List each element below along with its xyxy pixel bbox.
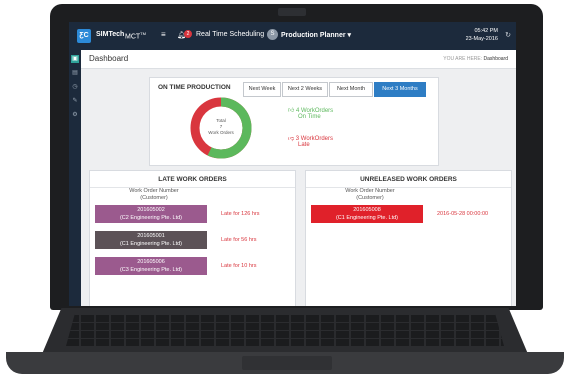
sidebar-item-settings[interactable]: ⚙ <box>71 111 79 119</box>
brand-name: SIMTech <box>96 31 125 38</box>
app-screen: ƸC SIMTech MCTTM ≡ 🔔︎ 2 Real Time Schedu… <box>69 22 516 306</box>
late-orders-column-header: Work Order Number (Customer) <box>129 188 179 201</box>
thumbs-up-icon: 👍︎ <box>288 108 295 114</box>
legend-on-time: 👍︎ 4 WorkOrders On Time <box>288 108 334 120</box>
sidebar: ▣ ▤ ◷ ✎ ⚙ <box>69 50 81 306</box>
breadcrumb-current[interactable]: Dashboard <box>484 56 508 62</box>
release-date: 2016-05-28 00:00:00 <box>437 211 489 217</box>
page-title: Dashboard <box>89 54 129 63</box>
late-status: Late for 126 hrs <box>221 211 260 217</box>
refresh-icon[interactable]: ↻ <box>505 31 511 39</box>
user-avatar[interactable]: S <box>267 29 278 40</box>
laptop-base <box>6 308 564 376</box>
keyboard-rows <box>66 314 504 346</box>
late-orders-title: LATE WORK ORDERS <box>158 176 227 183</box>
late-work-orders-panel: LATE WORK ORDERS Work Order Number (Cust… <box>89 170 296 306</box>
donut-center-total: Total <box>216 118 226 123</box>
clock-date: 23-May-2016 <box>465 36 498 42</box>
sidebar-item-calendar[interactable]: ▤ <box>71 69 79 77</box>
clock-time: 05:42 PM <box>474 28 498 34</box>
next-month-button[interactable]: Next Month <box>329 82 373 97</box>
next-week-button[interactable]: Next Week <box>243 82 281 97</box>
unreleased-orders-title: UNRELEASED WORK ORDERS <box>360 176 457 183</box>
late-status: Late for 10 hrs <box>221 263 257 269</box>
page-header: Dashboard YOU ARE HERE: Dashboard <box>81 50 516 69</box>
unreleased-orders-column-header: Work Order Number (Customer) <box>345 188 395 201</box>
user-role-dropdown[interactable]: Production Planner ▾ <box>281 31 351 39</box>
on-time-production-panel: ON TIME PRODUCTION Total 7 Work Orders 👍… <box>149 77 439 166</box>
webcam <box>278 8 306 16</box>
touchpad <box>242 356 332 370</box>
unreleased-order-201605008[interactable]: 201605008 (C1 Engineering Pte. Ltd) <box>311 205 423 223</box>
sidebar-item-history[interactable]: ◷ <box>71 83 79 91</box>
next-2-weeks-button[interactable]: Next 2 Weeks <box>282 82 328 97</box>
clock: 05:42 PM 23-May-2016 <box>466 27 498 43</box>
donut-center-label: Work Orders <box>208 130 234 135</box>
late-order-201605006[interactable]: 201605006 (C3 Engineering Pte. Ltd) <box>95 257 207 275</box>
thumbs-down-icon: 👎︎ <box>288 136 295 142</box>
on-time-title: ON TIME PRODUCTION <box>158 84 231 91</box>
late-label: Late <box>298 142 310 148</box>
donut-center-count: 7 <box>220 124 223 129</box>
late-status: Late for 56 hrs <box>221 237 257 243</box>
unreleased-work-orders-panel: UNRELEASED WORK ORDERS Work Order Number… <box>305 170 512 306</box>
hamburger-menu-icon[interactable]: ≡ <box>161 30 166 39</box>
sidebar-item-dashboard[interactable]: ▣ <box>71 55 79 63</box>
late-order-201605001[interactable]: 201605001 (C1 Engineering Pte. Ltd) <box>95 231 207 249</box>
late-order-201605002[interactable]: 201605002 (C2 Engineering Pte. Ltd) <box>95 205 207 223</box>
breadcrumb: YOU ARE HERE: Dashboard <box>443 56 508 62</box>
next-3-months-button[interactable]: Next 3 Months <box>374 82 426 97</box>
logo-icon[interactable]: ƸC <box>77 29 91 43</box>
on-time-label: On Time <box>298 114 321 120</box>
nav-title[interactable]: Real Time Scheduling <box>196 31 264 38</box>
legend-late: 👎︎ 3 WorkOrders Late <box>288 136 333 148</box>
product-name: MCTTM <box>125 31 146 41</box>
top-navbar: ƸC SIMTech MCTTM ≡ 🔔︎ 2 Real Time Schedu… <box>69 22 516 50</box>
sidebar-item-tools[interactable]: ✎ <box>71 97 79 105</box>
on-time-donut-chart: Total 7 Work Orders <box>190 97 252 159</box>
notification-badge: 2 <box>184 30 192 38</box>
